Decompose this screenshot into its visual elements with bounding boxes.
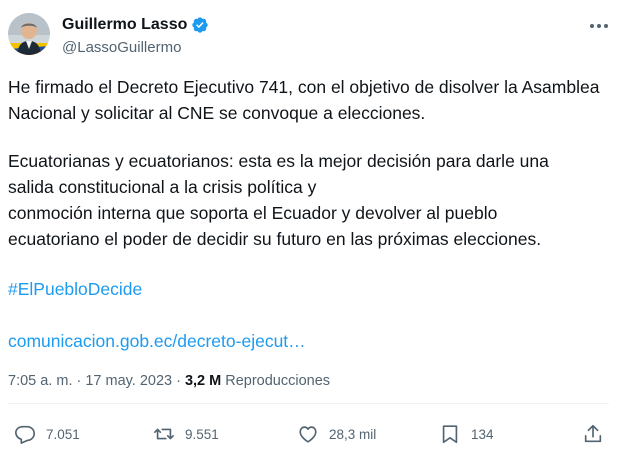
views-count: 3,2 M: [184, 373, 222, 389]
tweet-time[interactable]: 7:05 a. m.: [8, 371, 72, 391]
share-icon: [584, 424, 602, 443]
tweet-line: salida constitucional a la crisis políti…: [8, 177, 317, 197]
hashtag-link[interactable]: #ElPuebloDecide: [8, 276, 142, 302]
avatar[interactable]: [8, 13, 50, 55]
tweet-line: conmoción interna que soporta el Ecuador…: [8, 203, 498, 223]
tweet-meta: 7:05 a. m. · 17 may. 2023 · 3,2 M Reprod…: [8, 371, 330, 391]
bookmark-count: 134: [471, 426, 494, 442]
retweet-button[interactable]: 9.551: [153, 422, 219, 446]
reply-button[interactable]: 7.051: [14, 422, 80, 446]
retweet-count: 9.551: [185, 426, 219, 442]
tweet-line: Ecuatorianas y ecuatorianos: esta es la …: [8, 151, 549, 171]
bookmark-icon: [442, 425, 458, 444]
reply-icon: [15, 425, 35, 444]
meta-separator: ·: [176, 373, 181, 389]
tweet-paragraph-2: Ecuatorianas y ecuatorianos: esta es la …: [8, 148, 608, 252]
author-name-row[interactable]: Guillermo Lasso: [62, 15, 209, 35]
tweet-line: ecuatoriano el poder de decidir su futur…: [8, 229, 542, 249]
divider: [8, 403, 609, 404]
like-button[interactable]: 28,3 mil: [297, 422, 376, 446]
author-name[interactable]: Guillermo Lasso: [62, 15, 187, 35]
author-handle[interactable]: @LassoGuillermo: [62, 38, 181, 58]
external-link[interactable]: comunicacion.gob.ec/decreto-ejecut…: [8, 328, 306, 354]
reply-count: 7.051: [46, 426, 80, 442]
bookmark-button[interactable]: 134: [439, 422, 494, 446]
like-icon: [299, 426, 317, 443]
more-icon[interactable]: [587, 16, 611, 36]
share-button[interactable]: [582, 422, 604, 446]
retweet-icon: [154, 428, 174, 440]
tweet-card: Guillermo Lasso @LassoGuillermo He firma…: [0, 0, 631, 469]
tweet-date[interactable]: 17 may. 2023: [85, 371, 172, 391]
verified-badge-icon: [191, 16, 209, 34]
meta-separator: ·: [76, 373, 82, 389]
like-count: 28,3 mil: [329, 426, 377, 442]
views-label: Reproducciones: [225, 373, 331, 389]
tweet-paragraph-1: He firmado el Decreto Ejecutivo 741, con…: [8, 77, 600, 123]
